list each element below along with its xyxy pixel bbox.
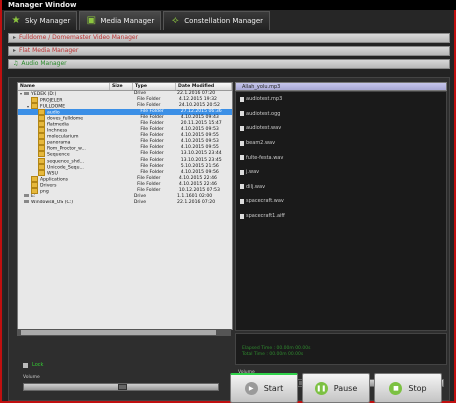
tab-media-manager[interactable]: ▣ Media Manager [79, 11, 162, 30]
list-item[interactable]: fulte-festa.wav [236, 150, 446, 165]
manager-window: Manager Window ★ Sky Manager ▣ Media Man… [0, 0, 456, 403]
selected-file-label: Allah_yolu.mp3 [242, 84, 281, 90]
flat-media-manager-header[interactable]: ▸ Flat Media Manager [8, 46, 450, 56]
table-header: Name Size Type Date Modified [18, 83, 232, 91]
item-name: Windows8_OS (C:) [31, 199, 74, 205]
tab-label: Constellation Manager [184, 17, 264, 25]
start-button[interactable]: ▶ Start [230, 373, 298, 403]
tab-label: Sky Manager [25, 17, 71, 25]
horizontal-scrollbar[interactable] [17, 329, 231, 336]
audio-file-icon [240, 169, 244, 175]
drive-icon [24, 193, 29, 197]
column-size[interactable]: Size [110, 83, 133, 90]
pause-button[interactable]: ❚❚ Pause [302, 373, 370, 403]
left-volume-slider[interactable] [23, 383, 219, 391]
column-type[interactable]: Type [133, 83, 176, 90]
cell-type: Drive [133, 199, 147, 205]
list-item[interactable]: dilj.wav [236, 180, 446, 195]
table-row[interactable]: Windows8_OS (C:) Drive 22.1.2016 07:20 [18, 199, 232, 206]
list-item[interactable]: j.wav [236, 165, 446, 180]
audio-file-icon [240, 96, 244, 102]
audio-manager-panel: Name Size Type Date Modified ▾ YEDEK (D:)… [8, 77, 450, 401]
cell-date: 22.1.2016 07:20 [177, 199, 216, 205]
music-note-icon: ♫ [13, 60, 19, 67]
folder-browser: Name Size Type Date Modified ▾ YEDEK (D:)… [17, 82, 233, 330]
list-item[interactable]: spacecraft1.aiff [236, 209, 446, 224]
film-icon: ▣ [86, 15, 97, 26]
audio-file-icon [240, 198, 244, 204]
list-item[interactable]: audiotest.wav [236, 121, 446, 136]
tab-sky-manager[interactable]: ★ Sky Manager [4, 11, 78, 30]
audio-file-icon [240, 184, 244, 190]
list-item[interactable]: audiotest.ogg [236, 107, 446, 122]
stop-icon: ■ [389, 381, 403, 395]
list-item[interactable]: audiotest.mp3 [236, 92, 446, 107]
file-name: fulte-festa.wav [246, 154, 284, 161]
pause-icon: ❚❚ [314, 381, 328, 395]
lock-icon [23, 362, 28, 368]
accordion-label: Flat Media Manager [19, 47, 79, 54]
file-name: spacecraft.wav [246, 198, 284, 205]
audio-file-icon [240, 111, 244, 117]
total-time: Total Time : 00.00m 00.00s [242, 352, 304, 357]
scrollbar-thumb[interactable] [21, 330, 216, 335]
lock-label: Lock [32, 362, 44, 368]
fulldome-manager-header[interactable]: ▸ Fulldome / Domemaster Video Manager [8, 33, 450, 43]
list-item[interactable]: spacecraft.wav [236, 194, 446, 209]
audio-file-icon [240, 155, 244, 161]
column-name[interactable]: Name [18, 83, 110, 90]
left-volume-label: Volume [23, 375, 40, 380]
accordion-label: Fulldome / Domemaster Video Manager [19, 34, 139, 41]
chevron-right-icon: ▸ [13, 34, 17, 41]
selected-audio-file[interactable]: Allah_yolu.mp3 [235, 82, 447, 91]
column-date-modified[interactable]: Date Modified [176, 83, 232, 90]
button-label: Start [263, 384, 284, 393]
lock-toggle[interactable]: Lock [23, 362, 43, 368]
audio-file-icon [240, 140, 244, 146]
file-name: spacecraft1.aiff [246, 213, 285, 220]
button-label: Stop [408, 383, 427, 393]
audio-manager-header[interactable]: ♫ Audio Manager [8, 59, 450, 69]
cell-name: Windows8_OS (C:) [18, 199, 110, 206]
table-body: ▾ YEDEK (D:) Drive 22.1.2016 07:20 PROJELER F… [18, 91, 232, 206]
chevron-right-icon: ▸ [13, 47, 17, 54]
media-manager-content: ▸ Fulldome / Domemaster Video Manager ▸ … [4, 30, 454, 403]
star-icon: ★ [11, 15, 21, 26]
file-name: audiotest.ogg [246, 110, 281, 117]
list-item[interactable]: beam2.wav [236, 136, 446, 151]
file-name: beam2.wav [246, 140, 276, 147]
audio-file-icon [240, 125, 244, 131]
window-title: Manager Window [2, 0, 456, 10]
drive-icon [24, 92, 29, 95]
slider-knob[interactable] [117, 384, 127, 390]
audio-file-icon [240, 213, 244, 219]
file-name: dilj.wav [246, 183, 266, 190]
tab-label: Media Manager [100, 17, 155, 25]
tab-constellation-manager[interactable]: ⟡ Constellation Manager [163, 11, 271, 30]
playback-time-box: Elapsed Time : 00.00m 00.00s Total Time … [235, 333, 447, 365]
constellation-icon: ⟡ [171, 15, 179, 26]
drive-icon [24, 199, 29, 203]
file-name: audiotest.mp3 [246, 96, 283, 103]
audio-file-list: audiotest.mp3 audiotest.ogg audiotest.wav b… [235, 91, 447, 331]
cell-size [110, 200, 133, 206]
accordion-label: Audio Manager [21, 60, 67, 67]
file-name: audiotest.wav [246, 125, 282, 132]
play-icon: ▶ [244, 382, 258, 395]
tab-bar: ★ Sky Manager ▣ Media Manager ⟡ Constell… [4, 11, 271, 30]
button-label: Pause [333, 383, 358, 393]
stop-button[interactable]: ■ Stop [374, 373, 442, 403]
file-name: j.wav [246, 169, 260, 176]
item-name: E: [31, 193, 36, 199]
